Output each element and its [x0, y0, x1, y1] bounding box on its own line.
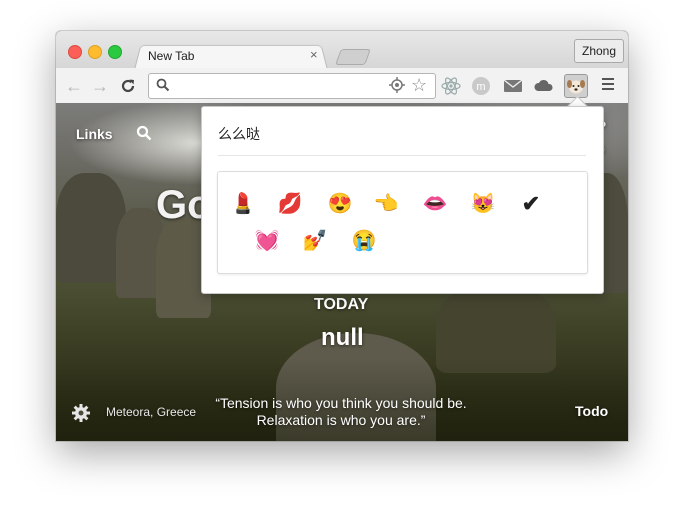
back-arrow-icon[interactable]: ←: [64, 76, 84, 96]
new-tab-button[interactable]: [335, 49, 371, 65]
gear-icon[interactable]: [71, 403, 91, 428]
react-atom-icon[interactable]: [440, 75, 462, 97]
divider: [218, 155, 586, 156]
search-icon: [156, 78, 170, 97]
svg-text:m: m: [476, 81, 485, 93]
pointing-hand-emoji[interactable]: 👈: [373, 191, 399, 217]
today-label: TODAY: [314, 296, 369, 313]
heart-eyes-cat-emoji[interactable]: 😻: [470, 191, 496, 217]
profile-button[interactable]: Zhong: [574, 39, 624, 63]
tab-close-icon[interactable]: ×: [310, 47, 318, 62]
lipstick-emoji[interactable]: 💄: [230, 191, 256, 217]
hamburger-menu-icon[interactable]: [602, 78, 614, 93]
bookmark-star-icon[interactable]: ☆: [411, 75, 427, 95]
tab-strip: New Tab × Zhong: [56, 31, 628, 70]
lips-emoji[interactable]: 👄: [422, 191, 448, 217]
mail-icon[interactable]: [502, 75, 524, 97]
toolbar: ← → ☆ m: [56, 68, 628, 104]
popup-title: 么么哒: [218, 127, 260, 143]
cloud-icon[interactable]: [533, 75, 555, 97]
todo-button[interactable]: Todo: [575, 403, 608, 419]
search-icon[interactable]: [136, 125, 152, 146]
links-button[interactable]: Links: [76, 126, 113, 142]
quote-line: Relaxation is who you are.”: [256, 412, 426, 428]
address-bar[interactable]: ☆: [148, 73, 436, 99]
loudly-crying-emoji[interactable]: 😭: [351, 228, 377, 254]
minimize-window-button[interactable]: [88, 45, 102, 59]
close-window-button[interactable]: [68, 45, 82, 59]
focus-value[interactable]: null: [321, 324, 364, 352]
tab-title: New Tab: [148, 49, 195, 63]
nail-polish-emoji[interactable]: 💅: [302, 228, 328, 254]
kiss-mark-emoji[interactable]: 💋: [277, 191, 303, 217]
forward-arrow-icon[interactable]: →: [90, 76, 110, 96]
dog-face-icon[interactable]: [564, 74, 588, 98]
emoji-popup: 么么哒 💄 💋 😍 👈 👄 😻 ✔ 💓 💅 😭: [201, 106, 604, 294]
location-target-icon[interactable]: [389, 77, 405, 98]
reload-icon[interactable]: [118, 76, 138, 96]
growing-heart-emoji[interactable]: 💓: [254, 228, 280, 254]
quote-line: “Tension is who you think you should be.: [215, 395, 467, 411]
photo-location[interactable]: Meteora, Greece: [106, 405, 196, 419]
emoji-grid: 💄 💋 😍 👈 👄 😻 ✔ 💓 💅 😭: [217, 171, 588, 274]
meteor-m-icon[interactable]: m: [470, 75, 492, 97]
quote: “Tension is who you think you should be.…: [196, 395, 486, 429]
zoom-window-button[interactable]: [108, 45, 122, 59]
check-mark-emoji[interactable]: ✔: [518, 191, 544, 217]
heart-eyes-emoji[interactable]: 😍: [327, 191, 353, 217]
